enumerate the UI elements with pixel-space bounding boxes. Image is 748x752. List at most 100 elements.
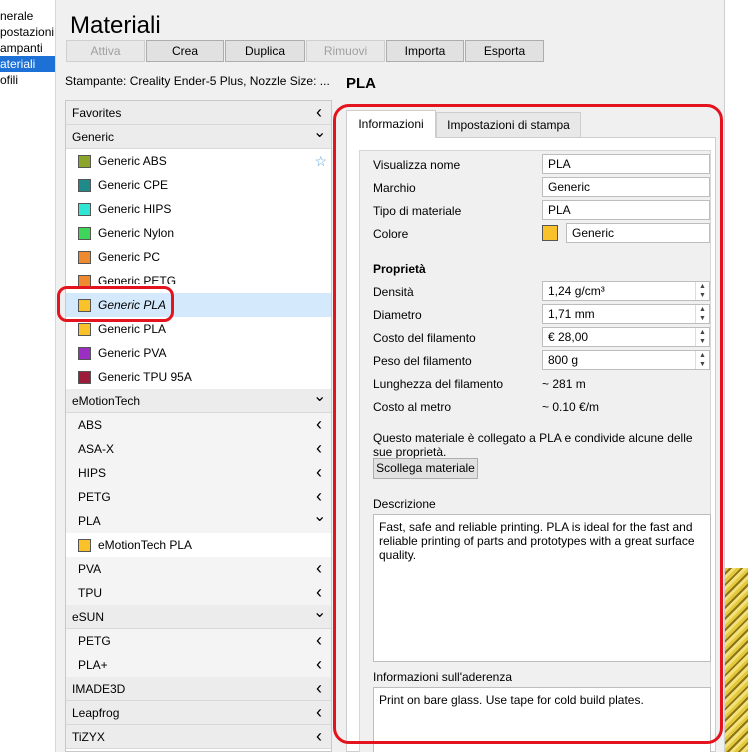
spin-arrows-icon[interactable]: ▲ ▼ <box>695 351 709 369</box>
tab-print-settings[interactable]: Impostazioni di stampa <box>436 112 581 138</box>
background-viewport-image <box>725 568 748 752</box>
list-item-label: PVA <box>78 562 102 576</box>
material-list-item[interactable]: Generic Nylon <box>66 221 331 245</box>
list-item-label: PLA <box>78 514 101 528</box>
material-list-item[interactable]: Generic PVA <box>66 341 331 365</box>
material-color-swatch <box>78 539 91 552</box>
material-list-item[interactable]: Generic HIPS <box>66 197 331 221</box>
remove-button[interactable]: Rimuovi <box>306 40 385 62</box>
density-value: 1,24 g/cm³ <box>548 284 605 298</box>
diameter-spinbox[interactable]: 1,71 mm ▲ ▼ <box>542 304 710 324</box>
chevron-left-icon[interactable]: ‹ <box>313 461 325 483</box>
sidebar-item-profiles[interactable]: ofili <box>0 72 55 88</box>
filament-weight-spinbox[interactable]: 800 g ▲ ▼ <box>542 350 710 370</box>
favorite-star-icon[interactable]: ☆ <box>314 149 327 173</box>
create-button[interactable]: Crea <box>146 40 224 62</box>
chevron-left-icon[interactable]: ‹ <box>313 701 325 723</box>
material-type-group[interactable]: PLA+ ‹ <box>66 653 331 677</box>
material-type-group[interactable]: PLA ⌄ <box>66 509 331 533</box>
material-type-label: Tipo di materiale <box>373 204 462 218</box>
display-name-field[interactable]: PLA <box>542 154 710 174</box>
material-list-item[interactable]: Generic ABS ☆ <box>66 149 331 173</box>
chevron-left-icon[interactable]: ‹ <box>313 653 325 675</box>
chevron-left-icon[interactable]: ‹ <box>313 413 325 435</box>
material-type-field[interactable]: PLA <box>542 200 710 220</box>
list-item-label: ABS <box>78 418 103 432</box>
material-list-item[interactable]: eMotionTech PLA <box>66 533 331 557</box>
spin-arrows-icon[interactable]: ▲ ▼ <box>695 305 709 323</box>
spin-arrows-icon[interactable]: ▲ ▼ <box>695 328 709 346</box>
sidebar-item-general[interactable]: nerale <box>0 8 55 24</box>
brand-group-header[interactable]: TiZYX ‹ <box>66 725 331 749</box>
chevron-left-icon[interactable]: ‹ <box>313 437 325 459</box>
sidebar-item-materials[interactable]: ateriali <box>0 56 55 72</box>
list-item-label: Leapfrog <box>72 706 120 720</box>
filament-weight-label: Peso del filamento <box>373 354 472 368</box>
brand-group-header[interactable]: eMotionTech ⌄ <box>66 389 331 413</box>
brand-field[interactable]: Generic <box>542 177 710 197</box>
import-button[interactable]: Importa <box>386 40 464 62</box>
list-item-label: Generic PLA <box>98 322 167 336</box>
adhesion-textarea[interactable]: Print on bare glass. Use tape for cold b… <box>373 687 711 752</box>
list-item-label: eMotionTech <box>72 394 141 408</box>
preferences-sidebar: nerale postazioni ampanti ateriali ofili <box>0 0 56 752</box>
list-item-label: Favorites <box>72 106 122 120</box>
brand-group-header[interactable]: Leapfrog ‹ <box>66 701 331 725</box>
material-type-group[interactable]: TPU ‹ <box>66 581 331 605</box>
material-type-group[interactable]: ABS ‹ <box>66 413 331 437</box>
material-list-item[interactable]: Generic TPU 95A <box>66 365 331 389</box>
chevron-down-icon[interactable]: ⌄ <box>313 605 326 621</box>
chevron-left-icon[interactable]: ‹ <box>313 629 325 651</box>
description-textarea[interactable]: Fast, safe and reliable printing. PLA is… <box>373 514 711 662</box>
sidebar-item-settings[interactable]: postazioni <box>0 24 55 40</box>
brand-group-header[interactable]: Generic ⌄ <box>66 125 331 149</box>
export-button[interactable]: Esporta <box>465 40 544 62</box>
filament-cost-spinbox[interactable]: € 28,00 ▲ ▼ <box>542 327 710 347</box>
color-name-field[interactable]: Generic <box>566 223 710 243</box>
material-color-swatch <box>78 227 91 240</box>
brand-group-header[interactable]: eSUN ⌄ <box>66 605 331 629</box>
material-type-group[interactable]: PVA ‹ <box>66 557 331 581</box>
brand-group-header[interactable]: Favorites ‹ <box>66 101 331 125</box>
density-spinbox[interactable]: 1,24 g/cm³ ▲ ▼ <box>542 281 710 301</box>
properties-heading: Proprietà <box>373 262 426 276</box>
material-color-swatch <box>78 347 91 360</box>
spin-arrows-icon[interactable]: ▲ ▼ <box>695 282 709 300</box>
list-item-label: Generic PLA <box>98 298 167 312</box>
chevron-down-icon[interactable]: ⌄ <box>313 389 326 405</box>
chevron-left-icon[interactable]: ‹ <box>313 485 325 507</box>
chevron-left-icon[interactable]: ‹ <box>313 557 325 579</box>
material-list-item[interactable]: Generic CPE <box>66 173 331 197</box>
list-item-label: Generic <box>72 130 115 144</box>
sidebar-item-printers[interactable]: ampanti <box>0 40 55 56</box>
material-list-item[interactable]: Generic PC <box>66 245 331 269</box>
material-color-swatch <box>78 203 91 216</box>
filament-length-value: ~ 281 m <box>542 377 586 391</box>
tab-information[interactable]: Informazioni <box>346 110 436 138</box>
list-item-label: ASA-X <box>78 442 115 456</box>
material-type-group[interactable]: PETG ‹ <box>66 485 331 509</box>
chevron-left-icon[interactable]: ‹ <box>313 677 325 699</box>
material-type-group[interactable]: ASA-X ‹ <box>66 437 331 461</box>
cost-per-meter-value: ~ 0.10 €/m <box>542 400 600 414</box>
description-label: Descrizione <box>373 497 436 511</box>
tab-content: Visualizza nome PLA Marchio Generic Tipo… <box>346 137 716 752</box>
duplicate-button[interactable]: Duplica <box>225 40 305 62</box>
color-swatch[interactable] <box>542 225 558 241</box>
material-list-item[interactable]: Generic PETG <box>66 269 331 293</box>
chevron-left-icon[interactable]: ‹ <box>313 725 325 747</box>
chevron-left-icon[interactable]: ‹ <box>313 581 325 603</box>
material-name-heading: PLA <box>346 75 376 92</box>
material-color-swatch <box>78 371 91 384</box>
material-list-item[interactable]: Generic PLA <box>66 293 331 317</box>
list-item-label: Generic PC <box>98 250 161 264</box>
unlink-material-button[interactable]: Scollega materiale <box>373 458 478 479</box>
material-type-group[interactable]: PETG ‹ <box>66 629 331 653</box>
chevron-down-icon[interactable]: ⌄ <box>313 509 326 525</box>
brand-group-header[interactable]: IMADE3D ‹ <box>66 677 331 701</box>
chevron-left-icon[interactable]: ‹ <box>313 101 325 123</box>
material-type-group[interactable]: HIPS ‹ <box>66 461 331 485</box>
material-list-item[interactable]: Generic PLA <box>66 317 331 341</box>
activate-button[interactable]: Attiva <box>66 40 145 62</box>
chevron-down-icon[interactable]: ⌄ <box>313 125 326 141</box>
